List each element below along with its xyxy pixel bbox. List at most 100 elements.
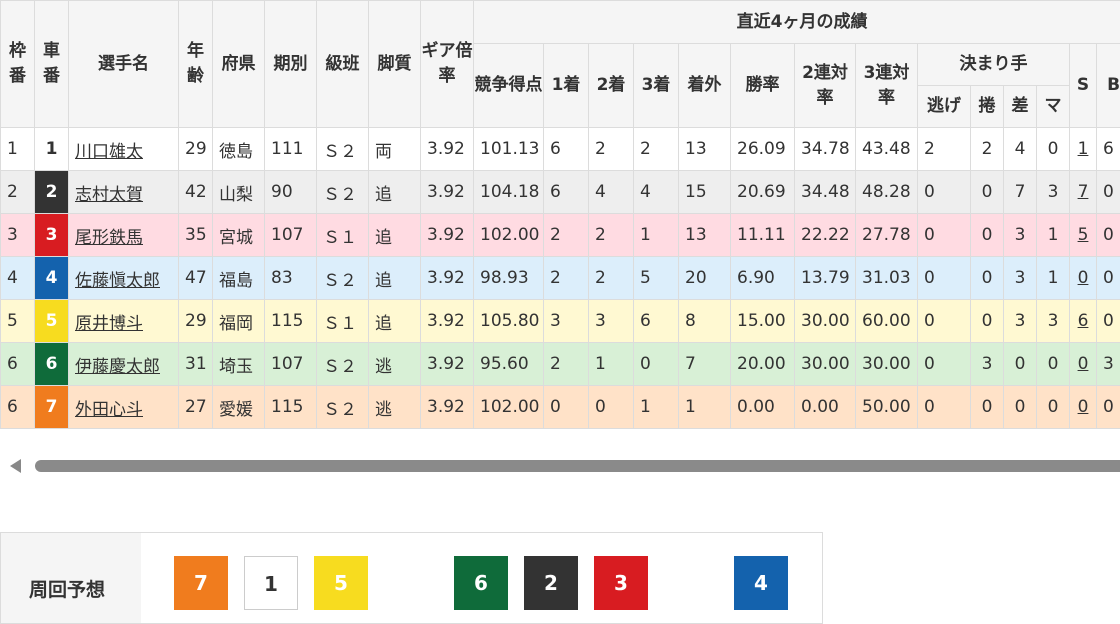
racer-name-link[interactable]: 伊藤慶太郎 [75, 357, 160, 377]
score-cell: 98.93 [474, 257, 544, 300]
car-number-badge: 1 [35, 128, 69, 171]
table-row: 4 4 佐藤愼太郎 47 福島 83 Ｓ２ 追 3.92 98.93 2 2 5… [1, 257, 1120, 300]
makuri-cell: 0 [971, 214, 1004, 257]
win-cell: 6.90 [731, 257, 795, 300]
forecast-car-box: 6 [454, 556, 508, 610]
header-win: 勝率 [731, 44, 795, 128]
mark-cell: 3 [1037, 300, 1070, 343]
ren2-cell: 34.48 [795, 171, 856, 214]
racer-name-link[interactable]: 志村太賀 [75, 185, 143, 205]
out-cell: 1 [679, 386, 731, 429]
out-cell: 8 [679, 300, 731, 343]
first-cell: 6 [544, 128, 589, 171]
racer-name-link[interactable]: 尾形鉄馬 [75, 228, 143, 248]
table-row: 6 6 伊藤慶太郎 31 埼玉 107 Ｓ２ 逃 3.92 95.60 2 1 … [1, 343, 1120, 386]
second-cell: 2 [589, 128, 634, 171]
horizontal-scrollbar[interactable] [0, 452, 1120, 480]
mark-cell: 0 [1037, 386, 1070, 429]
third-cell: 0 [634, 343, 679, 386]
racer-name-link[interactable]: 川口雄太 [75, 142, 143, 162]
ren2-cell: 22.22 [795, 214, 856, 257]
term-cell: 115 [265, 386, 317, 429]
ren2-cell: 34.78 [795, 128, 856, 171]
car-number-badge: 5 [35, 300, 69, 343]
style-cell: 追 [369, 300, 421, 343]
age-cell: 31 [179, 343, 213, 386]
forecast-car-box: 2 [524, 556, 578, 610]
s-count-link[interactable]: 5 [1078, 225, 1089, 245]
racer-name-link[interactable]: 佐藤愼太郎 [75, 271, 160, 291]
pref-cell: 山梨 [213, 171, 265, 214]
s-count-link[interactable]: 7 [1078, 182, 1089, 202]
class-cell: Ｓ２ [317, 343, 369, 386]
ren2-cell: 30.00 [795, 300, 856, 343]
style-cell: 追 [369, 171, 421, 214]
second-cell: 0 [589, 386, 634, 429]
third-cell: 1 [634, 214, 679, 257]
header-s: S [1070, 44, 1097, 128]
third-cell: 6 [634, 300, 679, 343]
third-cell: 5 [634, 257, 679, 300]
header-nige: 逃げ [918, 86, 971, 128]
car-number-badge: 2 [35, 171, 69, 214]
triangle-left-icon[interactable] [10, 459, 21, 473]
term-cell: 83 [265, 257, 317, 300]
b-cell: 0 [1097, 257, 1120, 300]
score-cell: 101.13 [474, 128, 544, 171]
class-cell: Ｓ２ [317, 386, 369, 429]
racer-name-link[interactable]: 原井博斗 [75, 314, 143, 334]
third-cell: 2 [634, 128, 679, 171]
header-second: 2着 [589, 44, 634, 128]
mark-cell: 0 [1037, 128, 1070, 171]
mark-cell: 1 [1037, 214, 1070, 257]
class-cell: Ｓ１ [317, 214, 369, 257]
header-class: 級班 [317, 1, 369, 128]
forecast-car-box: 7 [174, 556, 228, 610]
racer-name-link[interactable]: 外田心斗 [75, 400, 143, 420]
class-cell: Ｓ２ [317, 257, 369, 300]
s-count-link[interactable]: 0 [1078, 397, 1089, 417]
sashi-cell: 0 [1004, 386, 1037, 429]
makuri-cell: 0 [971, 171, 1004, 214]
waku-cell: 5 [1, 300, 35, 343]
car-number-badge: 7 [35, 386, 69, 429]
ren3-cell: 60.00 [856, 300, 918, 343]
sashi-cell: 3 [1004, 300, 1037, 343]
makuri-cell: 3 [971, 343, 1004, 386]
s-count-link[interactable]: 0 [1078, 268, 1089, 288]
pref-cell: 埼玉 [213, 343, 265, 386]
pref-cell: 宮城 [213, 214, 265, 257]
header-mark: マ [1037, 86, 1070, 128]
scrollbar-thumb[interactable] [35, 460, 1120, 472]
nige-cell: 0 [918, 257, 971, 300]
gear-cell: 3.92 [421, 386, 474, 429]
sashi-cell: 0 [1004, 343, 1037, 386]
forecast-car-box: 3 [594, 556, 648, 610]
class-cell: Ｓ２ [317, 171, 369, 214]
sashi-cell: 7 [1004, 171, 1037, 214]
table-row: 6 7 外田心斗 27 愛媛 115 Ｓ２ 逃 3.92 102.00 0 0 … [1, 386, 1120, 429]
first-cell: 2 [544, 214, 589, 257]
ren3-cell: 30.00 [856, 343, 918, 386]
header-name: 選手名 [69, 1, 179, 128]
s-count-link[interactable]: 0 [1078, 354, 1089, 374]
nige-cell: 0 [918, 214, 971, 257]
win-cell: 0.00 [731, 386, 795, 429]
term-cell: 107 [265, 343, 317, 386]
racer-table-container[interactable]: 枠番 車番 選手名 年齢 府県 期別 級班 脚質 ギア倍率 直近4ヶ月の成績 競… [0, 0, 1120, 430]
header-sashi: 差 [1004, 86, 1037, 128]
ren3-cell: 43.48 [856, 128, 918, 171]
age-cell: 42 [179, 171, 213, 214]
racer-table: 枠番 車番 選手名 年齢 府県 期別 級班 脚質 ギア倍率 直近4ヶ月の成績 競… [0, 0, 1120, 429]
age-cell: 29 [179, 300, 213, 343]
pref-cell: 愛媛 [213, 386, 265, 429]
s-count-link[interactable]: 6 [1078, 311, 1089, 331]
pref-cell: 徳島 [213, 128, 265, 171]
s-count-link[interactable]: 1 [1078, 139, 1089, 159]
gear-cell: 3.92 [421, 128, 474, 171]
header-age: 年齢 [179, 1, 213, 128]
mark-cell: 3 [1037, 171, 1070, 214]
term-cell: 107 [265, 214, 317, 257]
header-ren3: 3連対率 [856, 44, 918, 128]
style-cell: 両 [369, 128, 421, 171]
